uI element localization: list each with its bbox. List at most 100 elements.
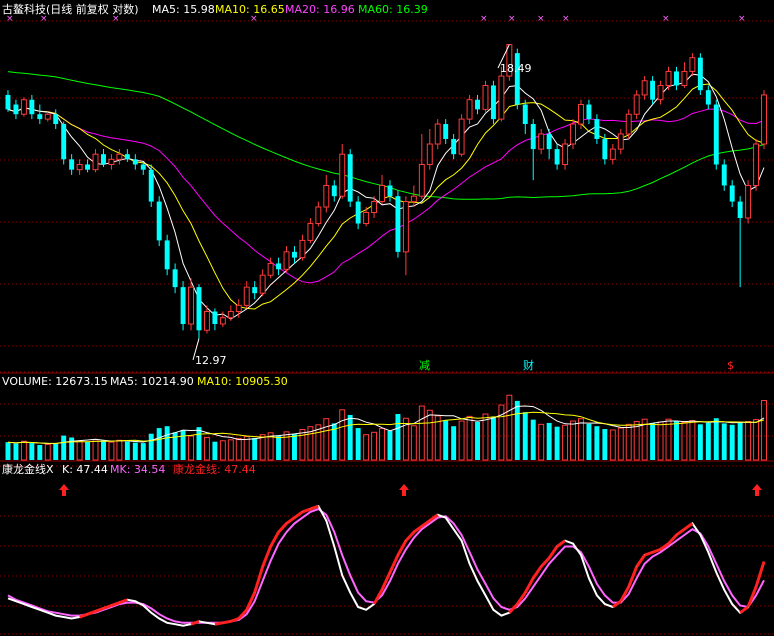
candle-body-55	[443, 124, 449, 139]
volume-bar-24	[196, 427, 202, 460]
candle-body-16	[132, 159, 138, 165]
candle-body-92	[737, 201, 743, 218]
candle-body-9	[76, 163, 83, 171]
volume-bar-12	[101, 440, 106, 460]
top-marker-i: ×	[662, 14, 670, 24]
candle-body-33	[267, 262, 274, 276]
candle-body-64	[514, 53, 520, 105]
candle-body-54	[434, 123, 441, 145]
candle-body-20	[164, 240, 170, 270]
gold-value-label: 康龙金线: 47.44	[173, 462, 256, 476]
candle-body-39	[315, 206, 322, 225]
candle-body-32	[259, 274, 266, 294]
event-marker-s[interactable]: $	[727, 359, 734, 372]
gold-segment-27	[214, 621, 224, 626]
candle-body-76	[609, 148, 616, 160]
event-marker-cai[interactable]: 财	[523, 358, 534, 372]
candle-body-8	[69, 159, 75, 170]
candle-body-52	[418, 163, 425, 197]
volume-bar-19	[156, 428, 162, 460]
candle-body-41	[331, 185, 337, 197]
candle-body-43	[347, 154, 353, 202]
candle-body-31	[252, 287, 258, 294]
volume-bar-4	[37, 444, 43, 460]
candle-body-87	[697, 57, 703, 91]
candle-body-30	[243, 286, 250, 306]
candle-body-83	[665, 70, 672, 86]
candle-body-71	[570, 123, 576, 145]
candle-body-94	[753, 143, 760, 186]
volume-bar-56	[451, 426, 457, 460]
candle-body-80	[641, 80, 648, 96]
candle-body-74	[594, 119, 600, 139]
candle-body-51	[410, 195, 417, 203]
volume-bar-1	[13, 443, 19, 460]
candle-body-61	[490, 85, 496, 120]
volume-bar-22	[180, 429, 186, 460]
volume-bar-81	[650, 422, 656, 460]
volume-bar-43	[347, 414, 353, 460]
candle-body-49	[395, 196, 401, 252]
candle-body-90	[721, 164, 727, 186]
volume-bar-26	[212, 441, 218, 460]
volume-ma10-label: MA10: 10905.30	[197, 375, 288, 388]
candle-body-57	[458, 118, 465, 155]
candle-body-93	[745, 184, 752, 219]
candle-body-73	[586, 104, 592, 120]
candle-body-0	[5, 94, 11, 110]
volume-bar-74	[594, 426, 600, 460]
volume-bar-61	[490, 416, 496, 460]
candle-body-79	[633, 94, 640, 115]
candle-body-36	[292, 251, 297, 258]
volume-bar-34	[276, 436, 282, 460]
volume-bar-7	[61, 435, 67, 460]
volume-bar-66	[530, 419, 536, 460]
ma5-label: MA5: 15.98	[152, 3, 215, 16]
candle-body-67	[538, 133, 545, 150]
ma60-label: MA60: 16.39	[358, 3, 428, 16]
candle-body-27	[219, 317, 226, 325]
volume-bar-64	[514, 400, 520, 460]
candle-body-1	[13, 104, 19, 115]
volume-bar-17	[140, 443, 146, 460]
volume-bar-68	[546, 422, 552, 460]
volume-bar-36	[292, 434, 297, 460]
candle-body-53	[426, 143, 433, 165]
volume-bar-87	[697, 424, 703, 460]
candle-body-40	[323, 184, 330, 208]
gold-segment-28	[222, 619, 232, 625]
candle-body-4	[37, 114, 43, 120]
volume-bar-92	[737, 422, 743, 460]
candle-body-26	[212, 311, 218, 324]
candle-body-35	[283, 251, 290, 270]
candle-body-21	[172, 269, 178, 288]
volume-bar-69	[554, 426, 560, 460]
candle-body-66	[530, 124, 536, 150]
stock-chart[interactable]: × × × × × × × × × × 古鳌科技(日线 前复权 对数) MA5: 15.98 MA…	[0, 0, 774, 636]
candle-body-86	[689, 57, 696, 72]
candle-body-68	[546, 133, 552, 150]
candle-body-50	[402, 201, 409, 253]
candle-body-28	[227, 311, 234, 319]
candle-body-34	[276, 263, 282, 270]
volume-bar-10	[85, 441, 91, 460]
candle-body-10	[85, 164, 91, 170]
top-marker-j: ×	[738, 14, 746, 24]
candle-body-17	[140, 164, 146, 170]
volume-bar-44	[355, 428, 361, 460]
candle-body-45	[363, 211, 370, 225]
ma10-label: MA10: 16.65	[215, 3, 285, 16]
volume-bar-73	[586, 423, 592, 460]
volume-bar-91	[729, 424, 735, 460]
candle-body-7	[61, 124, 67, 160]
volume-bar-31	[252, 437, 258, 460]
candle-body-22	[180, 287, 186, 324]
candle-body-47	[379, 184, 385, 203]
volume-bar-84	[674, 421, 679, 460]
event-marker-jian[interactable]: 减	[419, 359, 430, 372]
candle-body-88	[705, 90, 711, 105]
volume-bar-20	[164, 426, 170, 460]
candle-body-38	[307, 223, 314, 241]
volume-bar-49	[395, 414, 401, 460]
volume-bar-3	[29, 443, 35, 460]
